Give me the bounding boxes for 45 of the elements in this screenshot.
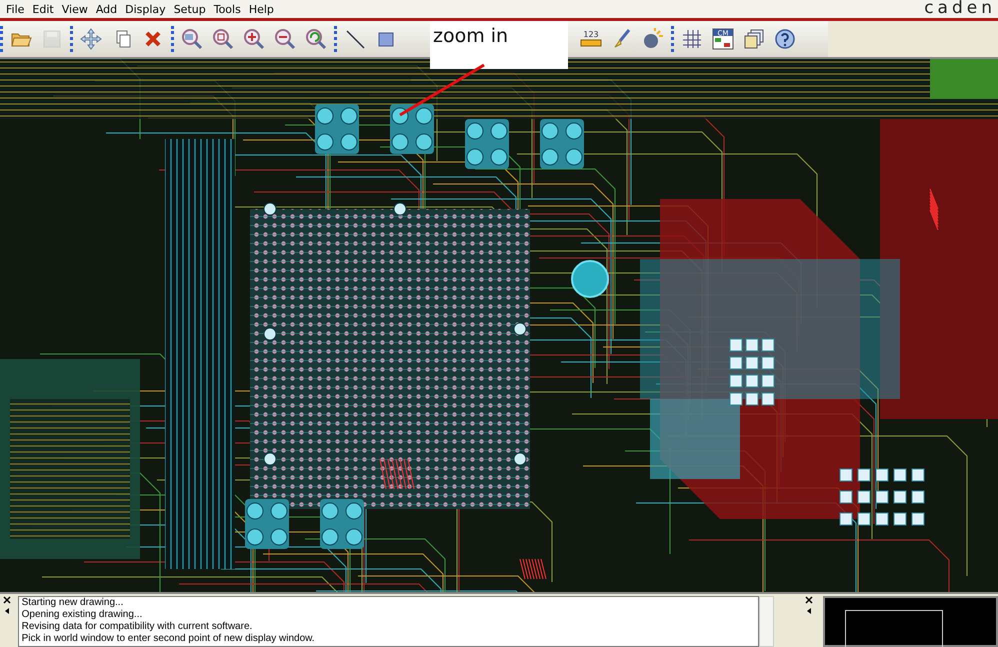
menu-item[interactable]: File xyxy=(2,2,28,16)
zoom-out-icon xyxy=(274,28,296,50)
zoom-box-icon xyxy=(212,28,234,50)
console-line: Opening existing drawing... xyxy=(22,609,144,621)
help-icon xyxy=(774,28,796,50)
help-button[interactable] xyxy=(774,28,796,50)
ruler-button[interactable]: 123 xyxy=(580,28,602,50)
zoom-previous-button[interactable] xyxy=(305,28,327,50)
menu-item[interactable]: Display xyxy=(121,2,170,16)
scrollbar[interactable] xyxy=(758,596,774,647)
caret-left-icon[interactable] xyxy=(806,607,812,615)
menu-item[interactable]: View xyxy=(58,2,92,16)
four-way-arrow-icon xyxy=(80,28,102,50)
zoom-fit-icon xyxy=(181,28,203,50)
four-way-arrow-button[interactable] xyxy=(80,28,102,50)
close-icon[interactable] xyxy=(804,596,813,604)
windows-button[interactable] xyxy=(743,28,765,50)
menu-item[interactable]: Setup xyxy=(170,2,210,16)
ruler-label: 123 xyxy=(583,30,599,39)
pcb-layout-drawing[interactable] xyxy=(0,59,998,592)
world-view-map[interactable] xyxy=(823,596,998,647)
line-button[interactable] xyxy=(344,28,366,50)
brand-logo: caden xyxy=(924,0,997,17)
callout-text: zoom in xyxy=(433,25,508,47)
zoom-in-button[interactable] xyxy=(243,28,265,50)
grid-icon xyxy=(681,28,703,50)
line-icon xyxy=(344,28,366,50)
zoom-in-icon xyxy=(243,28,265,50)
menu-item[interactable]: Tools xyxy=(210,2,245,16)
close-icon[interactable] xyxy=(2,596,11,604)
console-line: Pick in world window to enter second point of new display window. xyxy=(22,633,316,645)
grid-button[interactable] xyxy=(681,28,703,50)
menu-item[interactable]: Edit xyxy=(28,2,58,16)
zoom-previous-icon xyxy=(305,28,327,50)
caret-left-icon[interactable] xyxy=(4,607,10,615)
zoom-box-button[interactable] xyxy=(212,28,234,50)
bomb-icon xyxy=(642,28,664,50)
zoom-fit-button[interactable] xyxy=(181,28,203,50)
menu-item[interactable]: Add xyxy=(92,2,122,16)
menu-item[interactable]: Help xyxy=(244,2,278,16)
console-line: Revising data for compatibility with current software. xyxy=(22,621,254,633)
console-line: Starting new drawing... xyxy=(22,597,124,609)
bomb-button[interactable] xyxy=(642,28,664,50)
windows-icon xyxy=(743,28,765,50)
zoom-out-button[interactable] xyxy=(274,28,296,50)
